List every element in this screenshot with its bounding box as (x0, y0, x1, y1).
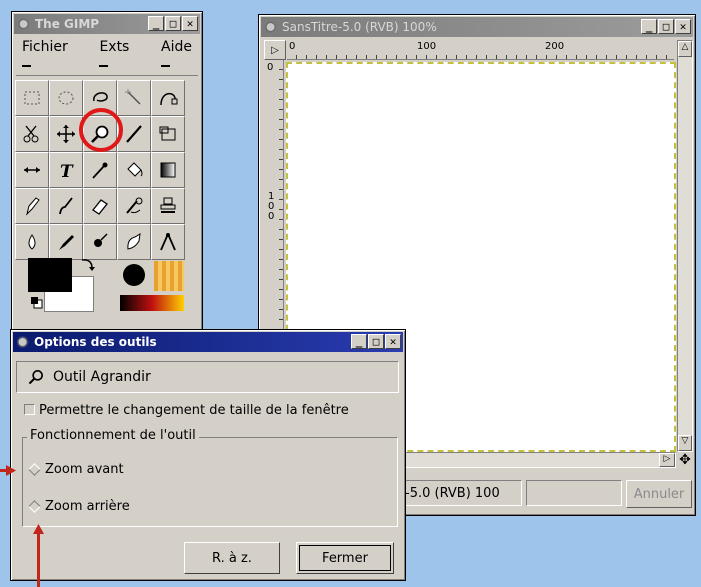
cancel-button[interactable]: Annuler (626, 480, 692, 508)
annotation-arrow-vertical (37, 533, 40, 587)
airbrush-icon[interactable] (117, 188, 151, 224)
measure-icon[interactable] (151, 224, 185, 260)
swap-colors-icon[interactable] (78, 256, 96, 274)
maximize-button[interactable]: □ (368, 334, 384, 349)
eraser-icon[interactable] (83, 188, 117, 224)
magnify-icon[interactable] (83, 116, 117, 152)
maximize-button[interactable]: □ (165, 16, 181, 31)
crop-icon[interactable] (117, 116, 151, 152)
smudge-icon[interactable] (117, 224, 151, 260)
tool-options-title: Options des outils (34, 335, 157, 349)
toolbox-title: The GIMP (35, 17, 100, 31)
fg-color-swatch[interactable] (28, 258, 72, 292)
status-field: -5.0 (RVB) 100 (400, 480, 522, 506)
gimp-eye-icon (265, 21, 279, 33)
menu-aide[interactable]: Aide (161, 39, 192, 67)
zoom-out-radio[interactable]: Zoom arrière (28, 499, 130, 514)
zoom-out-label: Zoom arrière (45, 499, 130, 514)
resize-window-checkbox[interactable]: Permettre le changement de taille de la … (24, 403, 349, 418)
menu-fichier[interactable]: Fichier (22, 39, 68, 67)
ruler-top-label: 100 (417, 41, 437, 52)
tool-name-header: Outil Agrandir (16, 361, 399, 393)
convolve-icon[interactable] (15, 224, 49, 260)
pencil-icon[interactable] (15, 188, 49, 224)
close-dialog-button[interactable]: Fermer (296, 542, 394, 574)
image-title: SansTitre-5.0 (RVB) 100% (282, 20, 437, 34)
zoom-in-label: Zoom avant (45, 462, 124, 477)
flip-icon[interactable] (15, 152, 49, 188)
image-titlebar[interactable]: SansTitre-5.0 (RVB) 100% _ □ ✕ (261, 17, 693, 37)
ruler-left-label: 0 (267, 62, 274, 73)
brush-preview[interactable] (120, 261, 148, 289)
maximize-button[interactable]: □ (658, 19, 674, 34)
bucket-fill-icon[interactable] (117, 152, 151, 188)
fg-bg-color-widget[interactable] (26, 256, 98, 316)
zoom-in-radio[interactable]: Zoom avant (28, 462, 124, 477)
ink-icon[interactable] (49, 224, 83, 260)
ruler-corner-button[interactable]: ▷ (264, 40, 286, 60)
tool-name: Outil Agrandir (53, 369, 151, 385)
close-button[interactable]: ✕ (385, 334, 401, 349)
magic-wand-icon[interactable] (117, 80, 151, 116)
brush-pattern-gradient-widget[interactable] (118, 257, 186, 315)
toolbox-menubar: Fichier Exts Aide (16, 39, 198, 67)
tool-grid: T (15, 80, 185, 260)
dodge-icon[interactable] (83, 224, 117, 260)
rect-select-icon[interactable] (15, 80, 49, 116)
move-icon[interactable] (49, 116, 83, 152)
horizontal-ruler[interactable]: 0 100 200 (287, 40, 674, 60)
tool-behavior-label: Fonctionnement de l'outil (27, 428, 199, 443)
annotation-arrowhead (33, 524, 44, 534)
navigate-icon[interactable]: ✥ (677, 452, 693, 468)
vertical-scrollbar[interactable]: △ ▽ (677, 40, 693, 452)
ruler-top-label: 200 (545, 41, 565, 52)
gradient-preview[interactable] (120, 295, 184, 311)
tool-options-titlebar[interactable]: Options des outils _ □ ✕ (13, 332, 403, 352)
paintbrush-icon[interactable] (49, 188, 83, 224)
radio-indicator[interactable] (28, 463, 41, 476)
lasso-icon[interactable] (83, 80, 117, 116)
horizontal-scrollbar[interactable]: ▷ (400, 452, 676, 468)
magnify-icon (28, 370, 43, 385)
toolbox-titlebar[interactable]: The GIMP _ □ ✕ (14, 14, 200, 34)
gimp-eye-icon (17, 336, 31, 348)
menu-exts[interactable]: Exts (99, 39, 129, 67)
checkbox-box[interactable] (24, 404, 35, 415)
text-icon[interactable]: T (49, 152, 83, 188)
scissors-icon[interactable] (15, 116, 49, 152)
clone-icon[interactable] (151, 188, 185, 224)
gimp-eye-icon (18, 18, 32, 30)
progress-field (526, 480, 622, 506)
radio-indicator[interactable] (28, 500, 41, 513)
pattern-preview[interactable] (154, 261, 184, 291)
reset-button[interactable]: R. à z. (184, 542, 280, 574)
minimize-button[interactable]: _ (641, 19, 657, 34)
resize-label: Permettre le changement de taille de la … (39, 403, 349, 418)
color-picker-icon[interactable] (83, 152, 117, 188)
minimize-button[interactable]: _ (351, 334, 367, 349)
close-button[interactable]: ✕ (182, 16, 198, 31)
close-button[interactable]: ✕ (675, 19, 691, 34)
ruler-top-label: 0 (289, 41, 296, 52)
blend-icon[interactable] (151, 152, 185, 188)
ellipse-select-icon[interactable] (49, 80, 83, 116)
svg-text:T: T (60, 162, 74, 181)
status-text: -5.0 (RVB) 100 (405, 485, 500, 501)
transform-icon[interactable] (151, 116, 185, 152)
ruler-left-label: 100 (268, 191, 275, 222)
bezier-icon[interactable] (151, 80, 185, 116)
minimize-button[interactable]: _ (148, 16, 164, 31)
annotation-arrowhead (6, 465, 16, 476)
default-colors-icon[interactable] (30, 296, 44, 310)
